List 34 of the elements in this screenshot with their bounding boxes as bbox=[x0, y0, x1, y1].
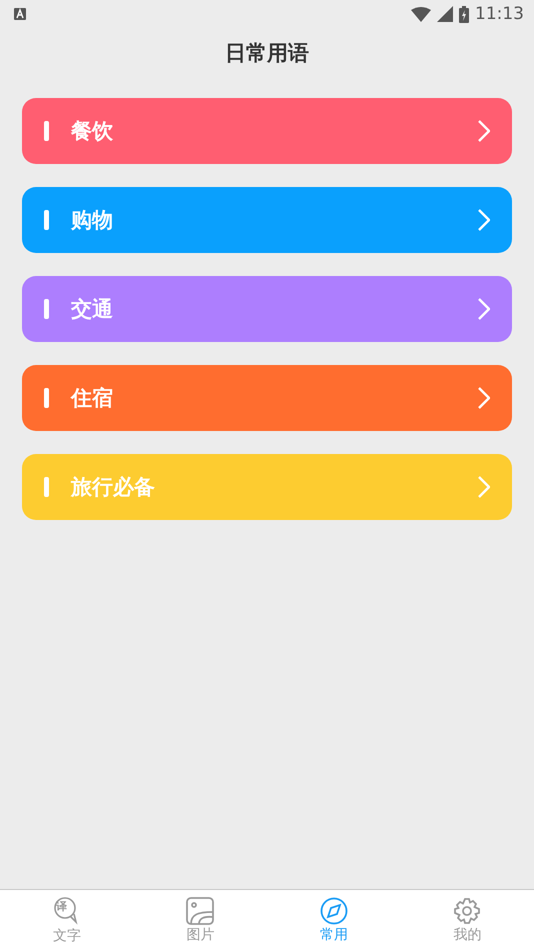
status-time: 11:13 bbox=[475, 4, 524, 24]
category-label: 餐饮 bbox=[71, 118, 114, 145]
nav-tab[interactable]: 常用 bbox=[267, 890, 400, 950]
category-card[interactable]: 交通 bbox=[22, 276, 512, 342]
category-card[interactable]: 旅行必备 bbox=[22, 454, 512, 520]
category-label: 交通 bbox=[71, 296, 114, 323]
accent-bar bbox=[44, 477, 49, 497]
chevron-right-icon bbox=[478, 476, 490, 498]
wifi-icon bbox=[411, 6, 431, 22]
chevron-right-icon bbox=[478, 387, 490, 409]
nav-tab[interactable]: 译 文字 bbox=[0, 890, 134, 950]
page-title: 日常用语 bbox=[225, 40, 309, 67]
category-card[interactable]: 餐饮 bbox=[22, 98, 512, 164]
accent-bar bbox=[44, 388, 49, 408]
settings-icon bbox=[453, 896, 482, 924]
compass-icon bbox=[320, 896, 348, 924]
chevron-right-icon bbox=[478, 120, 490, 142]
chevron-right-icon bbox=[478, 298, 490, 320]
chevron-right-icon bbox=[478, 209, 490, 231]
battery-icon bbox=[459, 6, 469, 22]
notification-icon bbox=[14, 8, 26, 20]
category-label: 住宿 bbox=[71, 385, 114, 412]
category-label: 购物 bbox=[71, 207, 114, 234]
accent-bar bbox=[44, 299, 49, 319]
accent-bar bbox=[44, 210, 49, 230]
category-label: 旅行必备 bbox=[71, 474, 156, 501]
category-card[interactable]: 住宿 bbox=[22, 365, 512, 431]
image-icon bbox=[186, 896, 214, 924]
nav-tab[interactable]: 我的 bbox=[400, 890, 534, 950]
nav-tab[interactable]: 图片 bbox=[134, 890, 267, 950]
tab-glyph: 译 bbox=[56, 898, 67, 914]
signal-icon bbox=[437, 6, 453, 22]
category-card[interactable]: 购物 bbox=[22, 187, 512, 253]
accent-bar bbox=[44, 121, 49, 141]
